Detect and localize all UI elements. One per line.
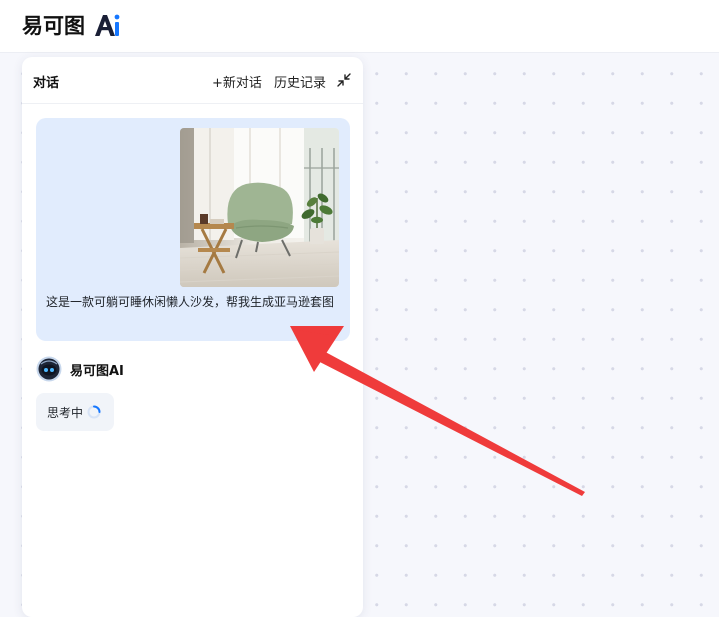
new-chat-button[interactable]: +新对话 [212, 72, 262, 91]
panel-title: 对话 [33, 76, 60, 91]
user-message-bubble: 这是一款可躺可睡休闲懒人沙发，帮我生成亚马逊套图 [36, 118, 350, 341]
app-logo[interactable]: 易可图 [22, 10, 121, 40]
logo-text: 易可图 [22, 14, 85, 38]
history-button[interactable]: 历史记录 [274, 72, 326, 91]
product-photo[interactable] [180, 128, 339, 287]
logo-ai-mark-icon [95, 14, 120, 36]
thinking-text: 思考中 [47, 405, 84, 420]
assistant-header: 易可图AI [36, 356, 124, 382]
user-message-text: 这是一款可躺可睡休闲懒人沙发，帮我生成亚马逊套图 [46, 295, 335, 309]
armchair-photo-icon [180, 128, 339, 287]
chat-panel-header: 对话 +新对话 历史记录 [22, 57, 363, 104]
thinking-status: 思考中 [36, 393, 114, 431]
robot-avatar-icon [36, 356, 62, 382]
chat-panel: 对话 +新对话 历史记录 这是一款可躺可睡休闲懒人沙发，帮我生成亚马逊套图 易可… [22, 57, 363, 617]
assistant-name: 易可图AI [70, 363, 124, 379]
collapse-icon[interactable] [336, 72, 352, 88]
loading-spinner-icon [87, 405, 101, 419]
top-bar: 易可图 [0, 0, 719, 53]
